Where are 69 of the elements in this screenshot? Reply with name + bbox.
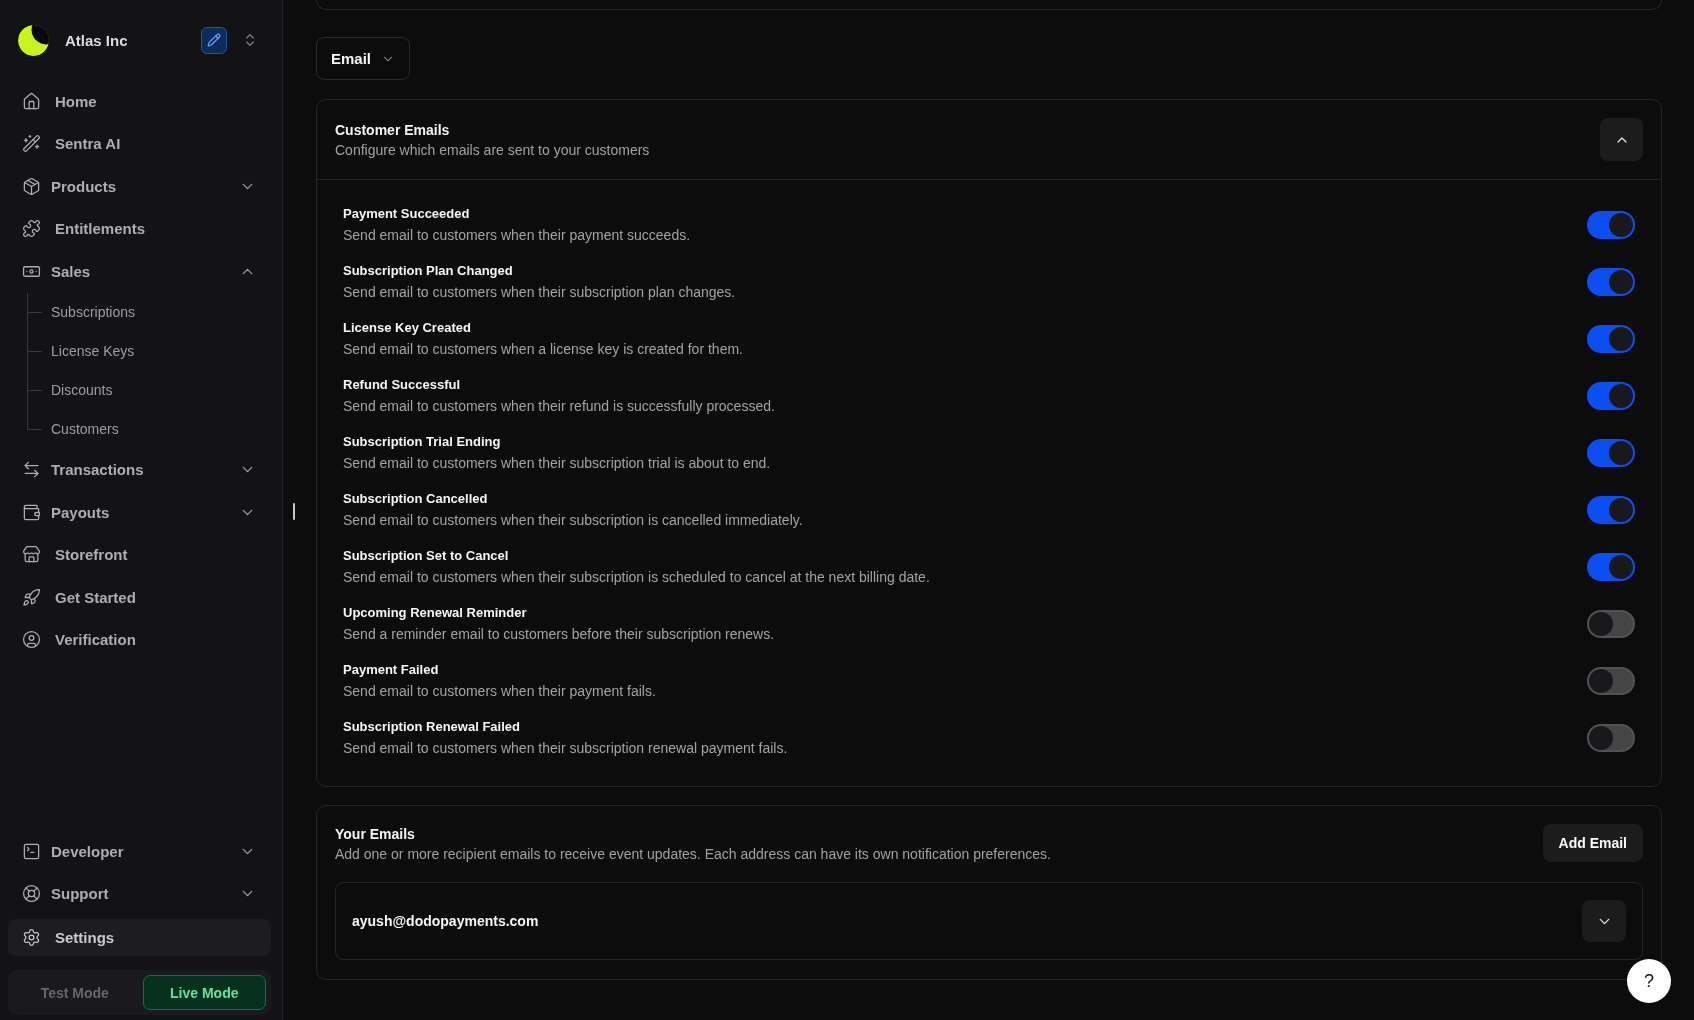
- toggle-switch[interactable]: [1587, 267, 1635, 296]
- org-name: Atlas Inc: [65, 31, 129, 49]
- home-icon: [22, 91, 41, 111]
- sidebar-item[interactable]: Get Started: [8, 576, 271, 619]
- sidebar-item[interactable]: Products: [8, 165, 271, 208]
- settings-icon: [22, 928, 41, 947]
- edit-button[interactable]: [201, 26, 227, 54]
- sidebar-item[interactable]: Home: [8, 80, 271, 123]
- notification-description: Send email to customers when their subscription renewal payment fails.: [343, 739, 788, 758]
- notification-description: Send email to customers when their subscription trial is about to end.: [343, 454, 771, 473]
- sidebar-item[interactable]: Entitlements: [8, 207, 271, 250]
- card-title: Your Emails: [335, 825, 416, 844]
- terminal-icon: [22, 841, 41, 861]
- card-subtitle: Configure which emails are sent to your customers: [335, 140, 650, 160]
- sidebar-item[interactable]: Payouts: [8, 491, 271, 534]
- notification-description: Send email to customers when their refund is successfully processed.: [343, 397, 775, 416]
- magic-wand-icon: [22, 134, 41, 154]
- toggle-switch[interactable]: [1587, 438, 1635, 467]
- notification-title: Subscription Cancelled: [343, 490, 489, 508]
- sidebar-item[interactable]: Storefront: [8, 533, 271, 576]
- puzzle-icon: [22, 219, 41, 239]
- toggle-switch[interactable]: [1587, 495, 1635, 524]
- notification-description: Send email to customers when their payment fails.: [343, 682, 656, 701]
- recipient-email: ayush@dodopayments.com: [352, 913, 539, 929]
- life-buoy-icon: [22, 884, 41, 904]
- sidebar-item[interactable]: Settings: [8, 919, 271, 956]
- notification-description: Send email to customers when their subscription is scheduled to cancel at the next billing date.: [343, 568, 930, 587]
- notification-title: License Key Created: [343, 319, 472, 337]
- sidebar-item[interactable]: Sentra AI: [8, 122, 271, 165]
- notification-title: Payment Succeeded: [343, 205, 471, 223]
- resize-handle[interactable]: [293, 503, 295, 520]
- toggle-switch[interactable]: [1587, 666, 1635, 695]
- pencil-icon: [207, 33, 221, 47]
- toggle-switch[interactable]: [1587, 723, 1635, 752]
- sidebar-item[interactable]: Transactions: [8, 448, 271, 491]
- notification-description: Send a reminder email to customers before their subscription renews.: [343, 625, 775, 644]
- sidebar-item[interactable]: Support: [8, 872, 271, 915]
- channel-select[interactable]: Email: [316, 37, 411, 80]
- card-subtitle: Add one or more recipient emails to receive event updates. Each address can have its own notification preferences.: [335, 845, 1051, 864]
- notification-description: Send email to customers when a license key is created for them.: [343, 340, 743, 359]
- notification-title: Subscription Renewal Failed: [343, 718, 521, 736]
- toggle-switch[interactable]: [1587, 552, 1635, 581]
- user-circle-icon: [22, 630, 41, 650]
- help-button[interactable]: ?: [1627, 959, 1671, 1003]
- notification-title: Subscription Trial Ending: [343, 433, 502, 451]
- notification-title: Subscription Set to Cancel: [343, 547, 510, 565]
- add-email-button[interactable]: Add Email: [1542, 824, 1643, 862]
- wallet-icon: [22, 502, 41, 522]
- card-title: Customer Emails: [335, 120, 451, 140]
- sidebar-item[interactable]: Developer: [8, 830, 271, 873]
- rocket-icon: [22, 587, 41, 607]
- sidebar-item[interactable]: Sales: [8, 250, 271, 293]
- notification-title: Subscription Plan Changed: [343, 262, 514, 280]
- toggle-switch[interactable]: [1587, 324, 1635, 353]
- toggle-switch[interactable]: [1587, 210, 1635, 239]
- toggle-switch[interactable]: [1587, 381, 1635, 410]
- toggle-switch[interactable]: [1587, 609, 1635, 638]
- notification-title: Refund Successful: [343, 376, 462, 394]
- sidebar-item[interactable]: Verification: [8, 618, 271, 661]
- package-icon: [22, 176, 41, 196]
- store-icon: [22, 545, 41, 565]
- notification-title: Payment Failed: [343, 661, 440, 679]
- logo-icon: [18, 24, 49, 56]
- arrows-icon: [22, 460, 41, 480]
- notification-title: Upcoming Renewal Reminder: [343, 604, 528, 622]
- notification-description: Send email to customers when their subscription is cancelled immediately.: [343, 511, 803, 530]
- notification-description: Send email to customers when their payment succeeds.: [343, 226, 691, 245]
- notification-description: Send email to customers when their subscription plan changes.: [343, 283, 736, 302]
- mode-button[interactable]: Live Mode: [142, 975, 266, 1010]
